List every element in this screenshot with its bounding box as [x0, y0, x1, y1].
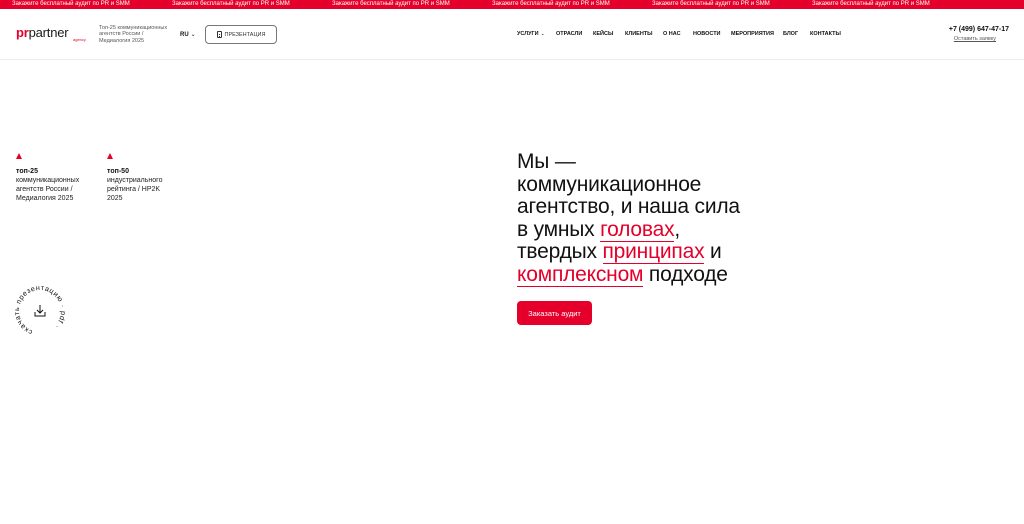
badge-desc-line: рейтинга / HP2K	[107, 186, 161, 193]
hero-line: Мы —	[517, 150, 576, 173]
language-label: RU	[180, 31, 189, 38]
badge-desc-line: Медиалогия 2025	[16, 195, 74, 202]
ticker-item[interactable]: Закажите бесплатный аудит по PR и SMM	[332, 0, 450, 9]
document-icon	[216, 31, 222, 38]
order-audit-button[interactable]: Заказать аудит	[517, 301, 592, 325]
hero-highlight: принципах	[602, 240, 705, 264]
hero-text: твердых	[517, 240, 603, 263]
presentation-button-label: ПРЕЗЕНТАЦИЯ	[224, 31, 266, 38]
site-header: prpartner agency Топ-25 коммуникационных…	[0, 9, 1024, 60]
callback-link[interactable]: Оставить заявку	[954, 36, 996, 42]
promo-ticker[interactable]: Закажите бесплатный аудит по PR и SMM За…	[0, 0, 1024, 9]
ticker-item[interactable]: Закажите бесплатный аудит по PR и SMM	[812, 0, 930, 9]
hero-headline: Мы — коммуникационное агентство, и наша …	[517, 150, 817, 287]
triangle-icon	[107, 153, 113, 159]
phone-link[interactable]: +7 (499) 647-47-17	[949, 26, 1009, 33]
ticker-item[interactable]: Закажите бесплатный аудит по PR и SMM	[172, 0, 290, 9]
nav-item-events[interactable]: МЕРОПРИЯТИЯ	[731, 31, 774, 37]
nav-item-services[interactable]: УСЛУГИ ⌄	[517, 31, 545, 37]
download-ring: скачать презентацию · pdf ·	[4, 275, 76, 347]
hero-line: коммуникационное	[517, 172, 702, 196]
ticker-item[interactable]: Закажите бесплатный аудит по PR и SMM	[492, 0, 610, 9]
nav-item-cases[interactable]: КЕЙСЫ	[593, 31, 613, 37]
hero-text: в умных	[517, 217, 601, 241]
nav-item-contacts[interactable]: КОНТАКТЫ	[810, 31, 841, 37]
download-presentation-badge[interactable]: скачать презентацию · pdf ·	[4, 275, 76, 347]
chevron-down-icon: ⌄	[190, 32, 196, 38]
logo-pr: pr	[16, 25, 29, 40]
logo-partner: partner	[28, 25, 69, 40]
download-icon	[34, 305, 46, 317]
nav-item-clients[interactable]: КЛИЕНТЫ	[625, 31, 653, 37]
hero-text: ,	[674, 217, 681, 241]
presentation-button[interactable]: ПРЕЗЕНТАЦИЯ	[205, 25, 277, 44]
hero-text: и	[704, 240, 722, 263]
nav-item-blog[interactable]: БЛОГ	[783, 31, 798, 37]
nav-item-about[interactable]: О НАС	[663, 31, 681, 37]
triangle-icon	[16, 153, 22, 159]
nav-item-news[interactable]: НОВОСТИ	[693, 31, 721, 37]
badge-desc-line: 2025	[107, 195, 123, 202]
badge-title: топ-50	[107, 168, 129, 175]
badge-desc-line: индустриального	[107, 177, 163, 184]
hero-text: подходе	[643, 262, 728, 286]
header-tagline: Топ-25 коммуникационных агентств России …	[99, 25, 168, 44]
ticker-item[interactable]: Закажите бесплатный аудит по PR и SMM	[12, 0, 130, 9]
nav-label: УСЛУГИ	[517, 31, 539, 37]
badge-desc-line: коммуникационных	[16, 177, 80, 184]
rating-badge: топ-50 индустриального рейтинга / HP2K 2…	[107, 153, 162, 203]
hero-highlight: головах	[600, 217, 675, 242]
language-selector[interactable]: RU ⌄	[180, 31, 196, 39]
logo[interactable]: prpartner	[16, 25, 69, 40]
logo-subtitle: agency	[73, 37, 86, 42]
badge-title: топ-25	[16, 168, 38, 175]
nav-item-industries[interactable]: ОТРАСЛИ	[556, 31, 582, 37]
chevron-down-icon: ⌄	[540, 31, 545, 37]
hero-line: агентство, и наша сила	[517, 195, 740, 218]
rating-badge: топ-25 коммуникационных агентств России …	[16, 153, 79, 203]
hero-highlight: комплексном	[517, 262, 644, 287]
badge-desc-line: агентств России /	[16, 186, 73, 193]
ticker-item[interactable]: Закажите бесплатный аудит по PR и SMM	[652, 0, 770, 9]
